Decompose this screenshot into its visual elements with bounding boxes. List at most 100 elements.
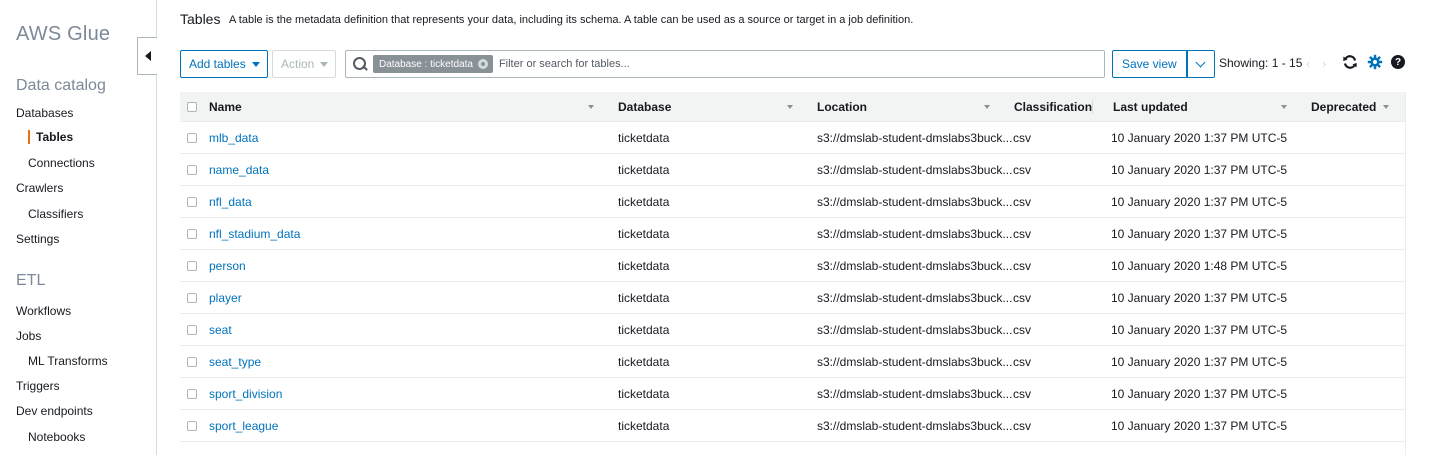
location-cell: s3://dmslab-student-dmslabs3buck...	[817, 227, 1013, 241]
table-name-link[interactable]: seat_type	[209, 346, 261, 378]
table-row[interactable]: seat_type ticketdata s3://dmslab-student…	[180, 346, 1406, 378]
sidebar-item-classifiers[interactable]: Classifiers	[28, 207, 83, 221]
table-header-row: Name Database Location Classification La…	[180, 92, 1406, 122]
table-name-link[interactable]: seat	[209, 314, 232, 346]
table-row[interactable]: name_data ticketdata s3://dmslab-student…	[180, 154, 1406, 186]
sidebar-item-jobs[interactable]: Jobs	[16, 329, 41, 343]
sort-caret-icon[interactable]	[787, 105, 793, 109]
save-view-dropdown-button[interactable]	[1186, 50, 1215, 78]
database-cell: ticketdata	[618, 131, 670, 145]
sort-caret-icon[interactable]	[984, 105, 990, 109]
row-checkbox[interactable]	[187, 325, 197, 335]
sidebar-item-dev-endpoints[interactable]: Dev endpoints	[16, 404, 93, 418]
classification-cell: csv	[1013, 195, 1031, 209]
row-checkbox[interactable]	[187, 133, 197, 143]
refresh-icon[interactable]	[1342, 54, 1358, 70]
column-header-last-updated[interactable]: Last updated	[1113, 92, 1188, 122]
last-updated-cell: 10 January 2020 1:37 PM UTC-5	[1111, 227, 1288, 241]
sidebar-item-notebooks[interactable]: Notebooks	[28, 430, 85, 444]
location-cell: s3://dmslab-student-dmslabs3buck...	[817, 131, 1013, 145]
filter-chip[interactable]: Database : ticketdata	[373, 55, 493, 73]
classification-cell: csv	[1013, 259, 1031, 273]
table-row[interactable]: player ticketdata s3://dmslab-student-dm…	[180, 282, 1406, 314]
page-title: Tables	[180, 11, 221, 27]
location-cell: s3://dmslab-student-dmslabs3buck...	[817, 163, 1013, 177]
table-name-link[interactable]: nfl_stadium_data	[209, 218, 300, 250]
table-row[interactable]: sport_division ticketdata s3://dmslab-st…	[180, 378, 1406, 410]
row-checkbox[interactable]	[187, 293, 197, 303]
sidebar-item-ml-transforms[interactable]: ML Transforms	[28, 354, 108, 368]
remove-filter-icon[interactable]	[477, 59, 488, 69]
sidebar-section-etl: ETL	[16, 272, 46, 289]
next-page-icon[interactable]: ›	[1322, 56, 1326, 71]
last-updated-cell: 10 January 2020 1:48 PM UTC-5	[1111, 259, 1288, 273]
column-header-deprecated[interactable]: Deprecated	[1311, 92, 1376, 122]
sort-caret-icon[interactable]	[1281, 105, 1287, 109]
collapse-sidebar-icon	[144, 51, 151, 61]
column-header-database[interactable]: Database	[618, 92, 671, 122]
table-row[interactable]: person ticketdata s3://dmslab-student-dm…	[180, 250, 1406, 282]
table-row[interactable]: nfl_stadium_data ticketdata s3://dmslab-…	[180, 218, 1406, 250]
database-cell: ticketdata	[618, 419, 670, 433]
row-checkbox[interactable]	[187, 165, 197, 175]
table-name-link[interactable]: sport_division	[209, 378, 282, 410]
row-checkbox[interactable]	[187, 357, 197, 367]
help-icon[interactable]: ?	[1391, 55, 1405, 69]
sidebar-item-settings[interactable]: Settings	[16, 232, 59, 246]
settings-gear-icon[interactable]	[1367, 54, 1383, 70]
last-updated-cell: 10 January 2020 1:37 PM UTC-5	[1111, 131, 1288, 145]
row-checkbox[interactable]	[187, 197, 197, 207]
add-tables-button[interactable]: Add tables	[180, 50, 268, 78]
table-name-link[interactable]: nfl_data	[209, 186, 252, 218]
last-updated-cell: 10 January 2020 1:37 PM UTC-5	[1111, 163, 1288, 177]
tables-table: Name Database Location Classification La…	[180, 92, 1406, 442]
sidebar-item-tables[interactable]: Tables	[28, 130, 73, 144]
table-row[interactable]: mlb_data ticketdata s3://dmslab-student-…	[180, 122, 1406, 154]
action-label: Action	[281, 57, 315, 71]
sidebar-item-workflows[interactable]: Workflows	[16, 304, 71, 318]
previous-page-icon[interactable]: ‹	[1306, 56, 1310, 71]
row-checkbox[interactable]	[187, 389, 197, 399]
column-header-classification[interactable]: Classification	[1014, 92, 1092, 122]
sidebar-item-triggers[interactable]: Triggers	[16, 379, 60, 393]
database-cell: ticketdata	[618, 355, 670, 369]
last-updated-cell: 10 January 2020 1:37 PM UTC-5	[1111, 291, 1288, 305]
collapse-sidebar-button[interactable]	[137, 37, 157, 75]
column-header-name[interactable]: Name	[209, 92, 242, 122]
location-cell: s3://dmslab-student-dmslabs3buck...	[817, 323, 1013, 337]
table-name-link[interactable]: name_data	[209, 154, 269, 186]
select-all-checkbox[interactable]	[187, 102, 197, 112]
database-cell: ticketdata	[618, 195, 670, 209]
classification-cell: csv	[1013, 227, 1031, 241]
classification-cell: csv	[1013, 355, 1031, 369]
table-name-link[interactable]: sport_league	[209, 410, 278, 442]
database-cell: ticketdata	[618, 259, 670, 273]
table-row[interactable]: seat ticketdata s3://dmslab-student-dmsl…	[180, 314, 1406, 346]
table-name-link[interactable]: player	[209, 282, 242, 314]
table-row[interactable]: sport_league ticketdata s3://dmslab-stud…	[180, 410, 1406, 442]
sort-caret-icon[interactable]	[1383, 105, 1389, 109]
search-box[interactable]: Database : ticketdata	[345, 50, 1105, 78]
sidebar-item-crawlers[interactable]: Crawlers	[16, 181, 63, 195]
caret-down-icon	[320, 61, 329, 67]
caret-down-icon	[251, 61, 260, 67]
table-name-link[interactable]: person	[209, 250, 246, 282]
search-input[interactable]	[498, 58, 999, 70]
service-title[interactable]: AWS Glue	[16, 23, 110, 46]
row-checkbox[interactable]	[187, 421, 197, 431]
add-tables-label: Add tables	[189, 57, 246, 71]
table-name-link[interactable]: mlb_data	[209, 122, 258, 154]
column-header-location[interactable]: Location	[817, 92, 867, 122]
sidebar-item-databases[interactable]: Databases	[16, 106, 73, 120]
classification-cell: csv	[1013, 387, 1031, 401]
table-row[interactable]: nfl_data ticketdata s3://dmslab-student-…	[180, 186, 1406, 218]
action-button[interactable]: Action	[272, 50, 336, 78]
save-view-button[interactable]: Save view	[1112, 50, 1187, 78]
row-checkbox[interactable]	[187, 229, 197, 239]
classification-cell: csv	[1013, 323, 1031, 337]
last-updated-cell: 10 January 2020 1:37 PM UTC-5	[1111, 419, 1288, 433]
row-checkbox[interactable]	[187, 261, 197, 271]
sidebar-item-connections[interactable]: Connections	[28, 156, 95, 170]
sort-caret-icon[interactable]	[588, 105, 594, 109]
database-cell: ticketdata	[618, 387, 670, 401]
